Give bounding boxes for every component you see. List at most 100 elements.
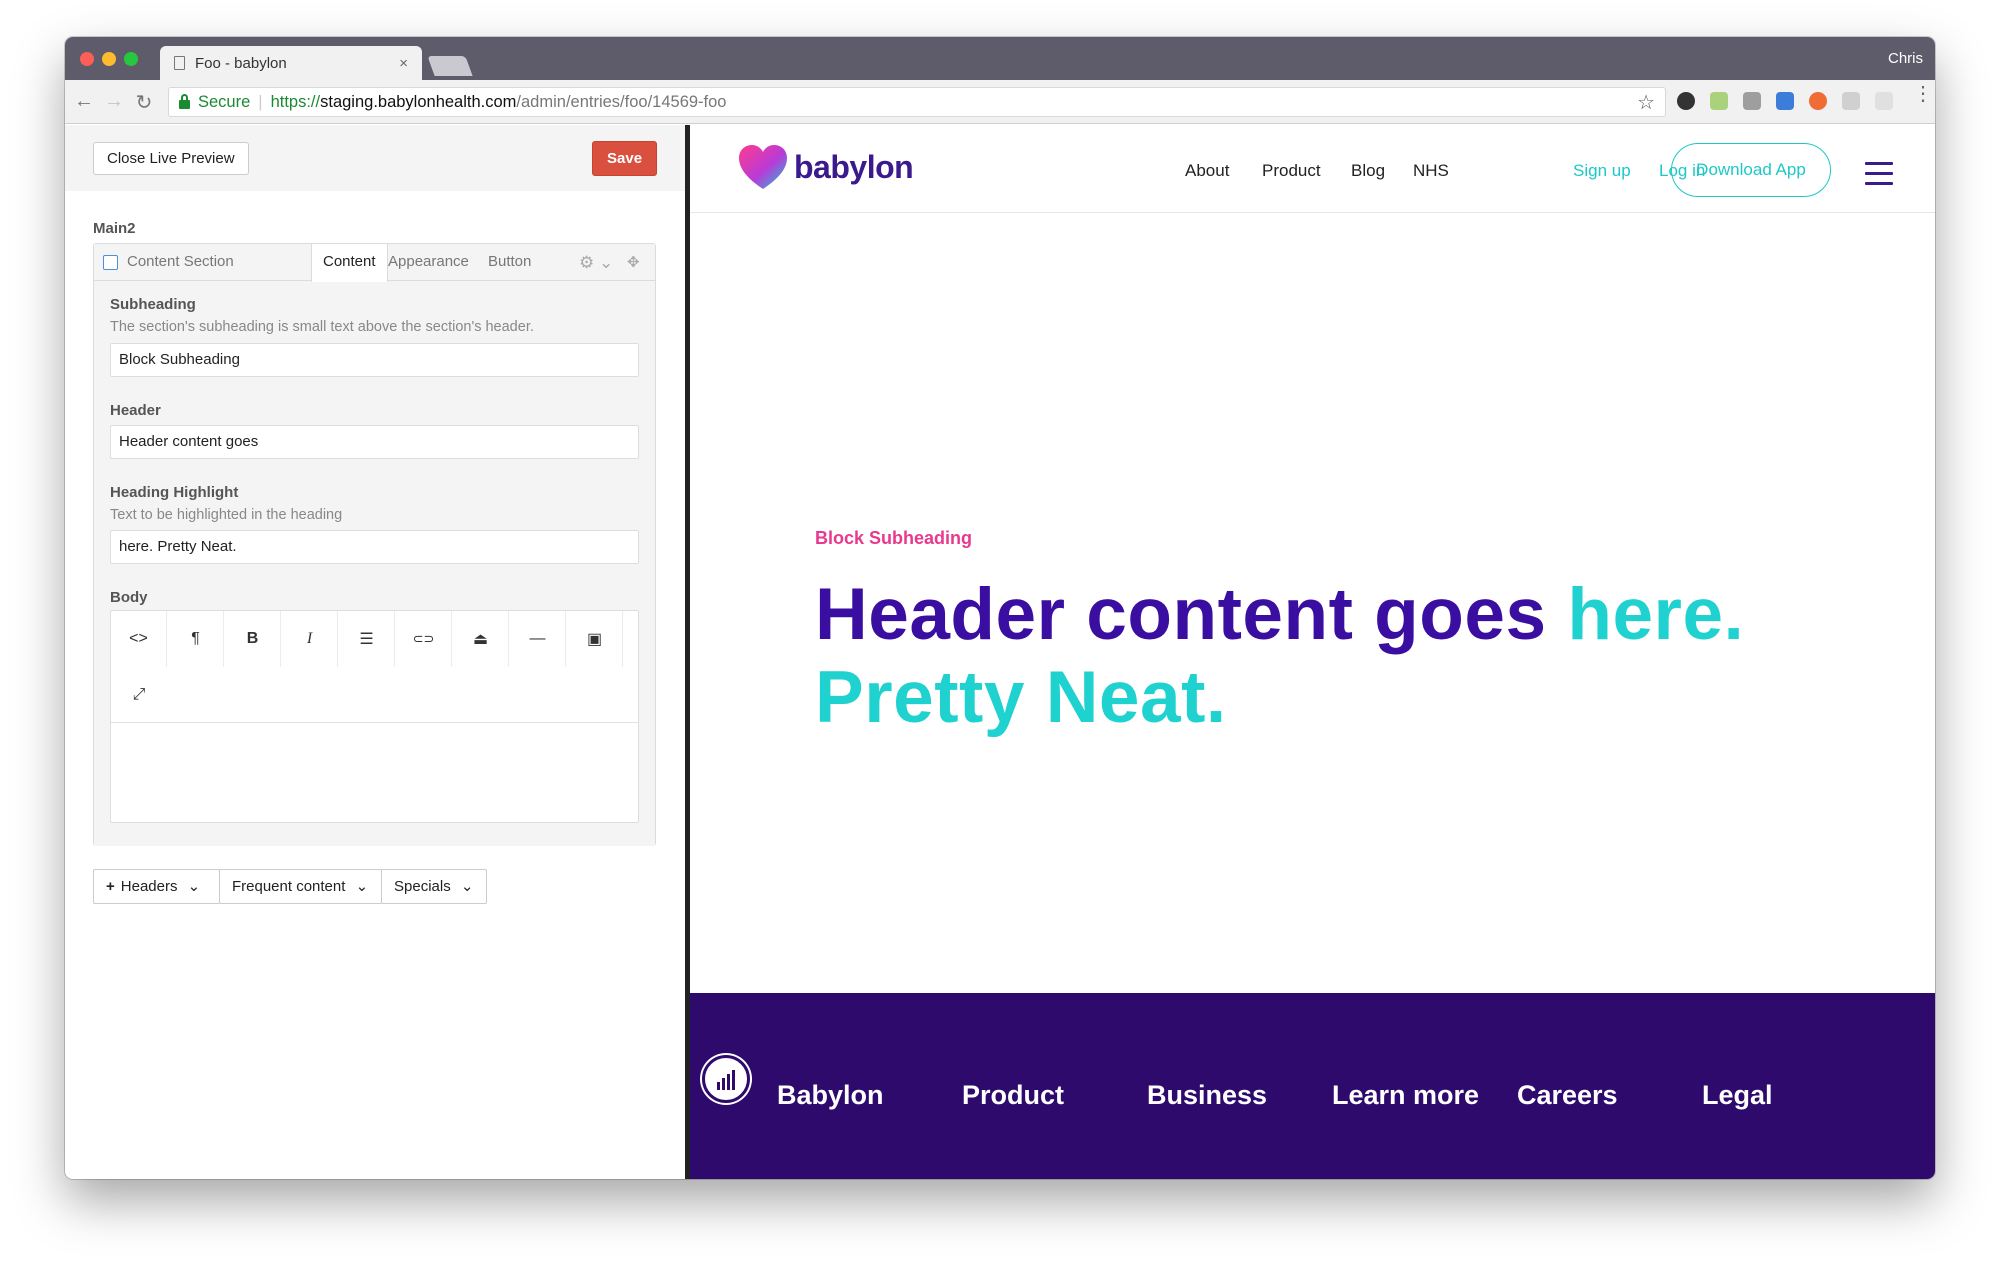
fullscreen-icon[interactable]: ⤢ <box>111 667 167 723</box>
extension-icon[interactable] <box>1776 92 1794 110</box>
maximize-window-button[interactable] <box>124 52 138 66</box>
block-fields: Subheading The section's subheading is s… <box>94 282 655 846</box>
url-host: staging.babylonhealth.com <box>320 92 517 111</box>
url-protocol: https:// <box>270 92 321 111</box>
extension-icon[interactable] <box>1710 92 1728 110</box>
html-code-icon[interactable]: <> <box>111 611 167 667</box>
browser-window: Foo - babylon × Chris ← → ↻ Secure | htt… <box>65 37 1935 1179</box>
url-path: /admin/entries/foo/14569-foo <box>516 92 727 111</box>
nav-about[interactable]: About <box>1185 161 1229 181</box>
minimize-window-button[interactable] <box>102 52 116 66</box>
address-bar[interactable]: Secure | https://staging.babylonhealth.c… <box>168 87 1666 117</box>
header-input[interactable]: Header content goes <box>110 425 639 459</box>
separator: | <box>258 92 263 111</box>
nav-nhs[interactable]: NHS <box>1413 161 1449 181</box>
browser-menu-icon[interactable]: ⋮ <box>1913 84 1933 104</box>
move-handle-icon[interactable]: ✥ <box>627 253 640 271</box>
specials-label: Specials <box>394 878 451 895</box>
extension-icon[interactable] <box>1743 92 1761 110</box>
add-specials-button[interactable]: Specials ⌄ <box>381 869 487 904</box>
bold-icon[interactable]: B <box>225 611 281 667</box>
download-app-button[interactable]: Download App <box>1671 143 1831 197</box>
body-label: Body <box>110 589 148 606</box>
block-heading: Header content goes here. Pretty Neat. <box>815 573 1855 739</box>
block-tab-bar: Content Section Content Appearance Butto… <box>94 244 655 282</box>
frequent-content-label: Frequent content <box>232 878 346 895</box>
italic-icon[interactable]: I <box>282 611 338 667</box>
field-label-main2: Main2 <box>93 220 136 237</box>
link-icon[interactable]: ⊂⊃ <box>396 611 452 667</box>
extension-icon[interactable] <box>1842 92 1860 110</box>
embed-icon[interactable]: ⏏ <box>453 611 509 667</box>
live-preview-pane: babylon About Product Blog NHS Sign up L… <box>690 125 1935 1179</box>
image-icon[interactable]: ▣ <box>567 611 623 667</box>
editor-toolbar: <> ¶ B I ☰ ⊂⊃ ⏏ — ▣ ⤢ <box>111 611 638 723</box>
editor-header: Close Live Preview Save <box>65 125 685 191</box>
extension-icon[interactable] <box>1677 92 1695 110</box>
nav-product[interactable]: Product <box>1262 161 1321 181</box>
close-live-preview-button[interactable]: Close Live Preview <box>93 142 249 175</box>
logo-text[interactable]: babylon <box>794 149 914 186</box>
document-icon <box>174 56 185 70</box>
horizontal-rule-icon[interactable]: — <box>510 611 566 667</box>
new-tab-button[interactable] <box>427 56 473 76</box>
block-subheading: Block Subheading <box>815 528 973 548</box>
paragraph-icon[interactable]: ¶ <box>168 611 224 667</box>
heading-main-text: Header content goes <box>815 574 1547 655</box>
extension-icon[interactable] <box>1875 92 1893 110</box>
plus-icon: + <box>106 878 115 895</box>
chevron-down-icon: ⌄ <box>460 878 474 895</box>
browser-tab[interactable]: Foo - babylon × <box>160 46 422 80</box>
block-type-label: Content Section <box>127 253 234 270</box>
tab-title: Foo - babylon <box>195 54 287 72</box>
tab-appearance[interactable]: Appearance <box>377 244 480 281</box>
footer-link-business[interactable]: Business <box>1147 1080 1267 1111</box>
live-preview-editor: Close Live Preview Save Main2 Content Se… <box>65 125 685 1179</box>
hamburger-menu-icon[interactable] <box>1865 162 1893 192</box>
add-frequent-content-button[interactable]: Frequent content ⌄ <box>219 869 382 904</box>
footer-link-product[interactable]: Product <box>962 1080 1064 1111</box>
footer-link-learn-more[interactable]: Learn more <box>1332 1080 1479 1111</box>
body-text-area[interactable] <box>111 724 638 822</box>
bookmark-star-icon[interactable]: ☆ <box>1637 90 1655 115</box>
add-headers-label: Headers <box>120 878 178 895</box>
subheading-input[interactable]: Block Subheading <box>110 343 639 377</box>
forward-icon[interactable]: → <box>103 90 125 113</box>
heading-highlight-help: Text to be highlighted in the heading <box>110 507 343 523</box>
chevron-down-icon: ⌄ <box>187 878 201 895</box>
chevron-down-icon: ⌄ <box>355 878 369 895</box>
add-headers-button[interactable]: + Headers ⌄ <box>93 869 220 904</box>
babylon-heart-logo-icon[interactable] <box>738 145 788 191</box>
heading-highlight-input[interactable]: here. Pretty Neat. <box>110 530 639 564</box>
subheading-label: Subheading <box>110 296 196 313</box>
subheading-help: The section's subheading is small text a… <box>110 319 534 335</box>
extension-icon[interactable] <box>1809 92 1827 110</box>
body-rich-text-editor: <> ¶ B I ☰ ⊂⊃ ⏏ — ▣ ⤢ <box>110 610 639 823</box>
secure-label: Secure <box>198 92 251 111</box>
list-icon[interactable]: ☰ <box>339 611 395 667</box>
header-label: Header <box>110 402 161 419</box>
nav-blog[interactable]: Blog <box>1351 161 1385 181</box>
reload-icon[interactable]: ↻ <box>133 90 155 115</box>
site-header: babylon About Product Blog NHS Sign up L… <box>690 125 1935 213</box>
profile-name[interactable]: Chris <box>1888 50 1923 67</box>
block-select-checkbox[interactable] <box>103 255 118 270</box>
browser-content: Close Live Preview Save Main2 Content Se… <box>65 125 1935 1179</box>
sign-up-link[interactable]: Sign up <box>1573 161 1631 181</box>
footer-link-babylon[interactable]: Babylon <box>777 1080 884 1111</box>
footer-link-careers[interactable]: Careers <box>1517 1080 1618 1111</box>
back-icon[interactable]: ← <box>73 90 95 113</box>
chat-bubble-icon[interactable] <box>702 1055 750 1103</box>
title-bar: Foo - babylon × Chris <box>65 37 1935 80</box>
close-window-button[interactable] <box>80 52 94 66</box>
lock-icon <box>179 93 190 109</box>
footer-link-legal[interactable]: Legal <box>1702 1080 1773 1111</box>
save-button[interactable]: Save <box>592 141 658 176</box>
heading-highlight-label: Heading Highlight <box>110 484 239 501</box>
gear-icon[interactable]: ⚙ ⌄ <box>579 253 613 273</box>
close-tab-icon[interactable]: × <box>399 55 408 72</box>
chart-growth-icon <box>717 1070 735 1090</box>
site-footer: Babylon Product Business Learn more Care… <box>690 993 1935 1179</box>
browser-toolbar: ← → ↻ Secure | https://staging.babylonhe… <box>65 80 1935 124</box>
tab-button[interactable]: Button <box>477 244 542 281</box>
